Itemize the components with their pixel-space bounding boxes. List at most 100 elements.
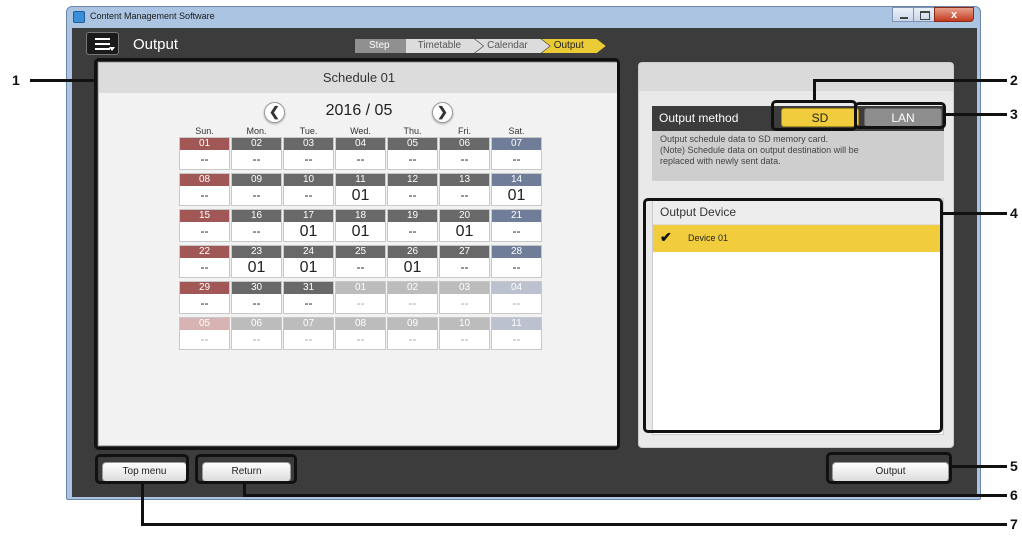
calendar-day-cell[interactable]: 27 -- [439, 245, 490, 278]
calendar-day-cell[interactable]: 08 -- [335, 317, 386, 350]
calendar-day-cell[interactable]: 14 01 [491, 173, 542, 206]
calendar-day-cell[interactable]: 07 -- [283, 317, 334, 350]
calendar-day-cell[interactable]: 25 -- [335, 245, 386, 278]
calendar-day-cell[interactable]: 15 -- [179, 209, 230, 242]
day-schedule-value: -- [460, 152, 469, 166]
calendar-day-cell[interactable]: 11 01 [335, 173, 386, 206]
calendar-day-cell[interactable]: 22 -- [179, 245, 230, 278]
device-list-item[interactable]: ✔ Device 01 [653, 225, 943, 252]
calendar-day-cell[interactable]: 03 -- [283, 137, 334, 170]
day-number: 22 [180, 246, 229, 258]
calendar-day-cell[interactable]: 31 -- [283, 281, 334, 314]
calendar-week-row: 15 -- 16 -- 17 01 18 01 19 -- 20 01 21 -- [179, 209, 543, 242]
calendar-day-cell[interactable]: 04 -- [335, 137, 386, 170]
calendar-day-cell[interactable]: 12 -- [387, 173, 438, 206]
weekday-label: Sat. [508, 126, 525, 136]
day-schedule-value: -- [356, 260, 365, 274]
calendar-day-cell[interactable]: 03 -- [439, 281, 490, 314]
weekday-label: Wed. [350, 126, 371, 136]
day-schedule-value: 01 [403, 259, 422, 276]
calendar-day-cell[interactable]: 19 -- [387, 209, 438, 242]
step-timetable: Timetable [406, 39, 484, 53]
day-schedule-value: 01 [455, 223, 474, 240]
day-schedule-value: 01 [299, 223, 318, 240]
day-schedule-value: -- [460, 188, 469, 202]
calendar-day-cell[interactable]: 13 -- [439, 173, 490, 206]
calendar-day-cell[interactable]: 16 -- [231, 209, 282, 242]
check-icon: ✔ [660, 229, 672, 245]
calendar-day-cell[interactable]: 26 01 [387, 245, 438, 278]
day-number: 18 [336, 210, 385, 222]
callout-number-6: 6 [1010, 487, 1018, 503]
output-method-label: Output method [659, 111, 739, 125]
next-month-button[interactable]: ❯ [432, 102, 453, 123]
panel-header [639, 63, 953, 91]
day-number: 09 [388, 318, 437, 330]
day-number: 11 [336, 174, 385, 186]
day-number: 07 [284, 318, 333, 330]
calendar-day-cell[interactable]: 05 -- [179, 317, 230, 350]
calendar-day-cell[interactable]: 09 -- [231, 173, 282, 206]
calendar-day-cell[interactable]: 17 01 [283, 209, 334, 242]
calendar-day-cell[interactable]: 01 -- [335, 281, 386, 314]
output-method-sd-button[interactable]: SD [781, 108, 859, 127]
calendar-day-cell[interactable]: 24 01 [283, 245, 334, 278]
output-settings-panel: Output method SD LAN Output schedule dat… [638, 62, 954, 448]
calendar-day-cell[interactable]: 11 -- [491, 317, 542, 350]
close-button[interactable]: x [934, 7, 974, 22]
maximize-button[interactable] [913, 7, 935, 22]
day-schedule-value: -- [512, 260, 521, 274]
weekday-label: Sun. [195, 126, 214, 136]
day-number: 03 [284, 138, 333, 150]
calendar-day-cell[interactable]: 08 -- [179, 173, 230, 206]
weekday-label: Mon. [246, 126, 267, 136]
calendar-day-cell[interactable]: 10 -- [439, 317, 490, 350]
calendar-week-row: 08 -- 09 -- 10 -- 11 01 12 -- 13 -- 14 01 [179, 173, 543, 206]
day-number: 23 [232, 246, 281, 258]
day-number: 19 [388, 210, 437, 222]
day-number: 06 [440, 138, 489, 150]
calendar-day-cell[interactable]: 20 01 [439, 209, 490, 242]
day-schedule-value: -- [252, 332, 261, 346]
callout-line-4 [941, 212, 1007, 215]
day-schedule-value: 01 [351, 223, 370, 240]
chevron-right-icon: ❯ [437, 104, 448, 119]
day-number: 08 [180, 174, 229, 186]
top-menu-button[interactable]: Top menu [102, 462, 187, 482]
return-button[interactable]: Return [202, 462, 291, 482]
callout-line-6b [243, 494, 1007, 497]
hamburger-menu-button[interactable] [86, 32, 119, 55]
day-schedule-value: -- [356, 296, 365, 310]
calendar-day-cell[interactable]: 02 -- [231, 137, 282, 170]
day-schedule-value: -- [408, 152, 417, 166]
calendar-day-cell[interactable]: 21 -- [491, 209, 542, 242]
calendar-day-cell[interactable]: 04 -- [491, 281, 542, 314]
calendar-day-cell[interactable]: 01 -- [179, 137, 230, 170]
calendar-day-cell[interactable]: 23 01 [231, 245, 282, 278]
calendar-day-cell[interactable]: 10 -- [283, 173, 334, 206]
calendar-day-cell[interactable]: 05 -- [387, 137, 438, 170]
callout-line-2b [813, 79, 816, 102]
output-method-lan-button[interactable]: LAN [864, 108, 942, 127]
day-number: 03 [440, 282, 489, 294]
day-schedule-value: -- [304, 188, 313, 202]
day-number: 16 [232, 210, 281, 222]
calendar-day-cell[interactable]: 07 -- [491, 137, 542, 170]
calendar-day-cell[interactable]: 30 -- [231, 281, 282, 314]
day-number: 08 [336, 318, 385, 330]
calendar-day-cell[interactable]: 06 -- [439, 137, 490, 170]
calendar-day-cell[interactable]: 02 -- [387, 281, 438, 314]
minimize-button[interactable] [892, 7, 914, 22]
calendar-day-cell[interactable]: 09 -- [387, 317, 438, 350]
title-bar: Content Management Software x [67, 7, 980, 27]
calendar-day-cell[interactable]: 29 -- [179, 281, 230, 314]
calendar-day-cell[interactable]: 28 -- [491, 245, 542, 278]
hamburger-icon [95, 38, 110, 40]
calendar-day-cell[interactable]: 06 -- [231, 317, 282, 350]
output-button[interactable]: Output [832, 462, 949, 482]
calendar-day-cell[interactable]: 18 01 [335, 209, 386, 242]
callout-line-2 [815, 79, 1007, 82]
day-number: 31 [284, 282, 333, 294]
day-schedule-value: -- [200, 332, 209, 346]
day-number: 15 [180, 210, 229, 222]
